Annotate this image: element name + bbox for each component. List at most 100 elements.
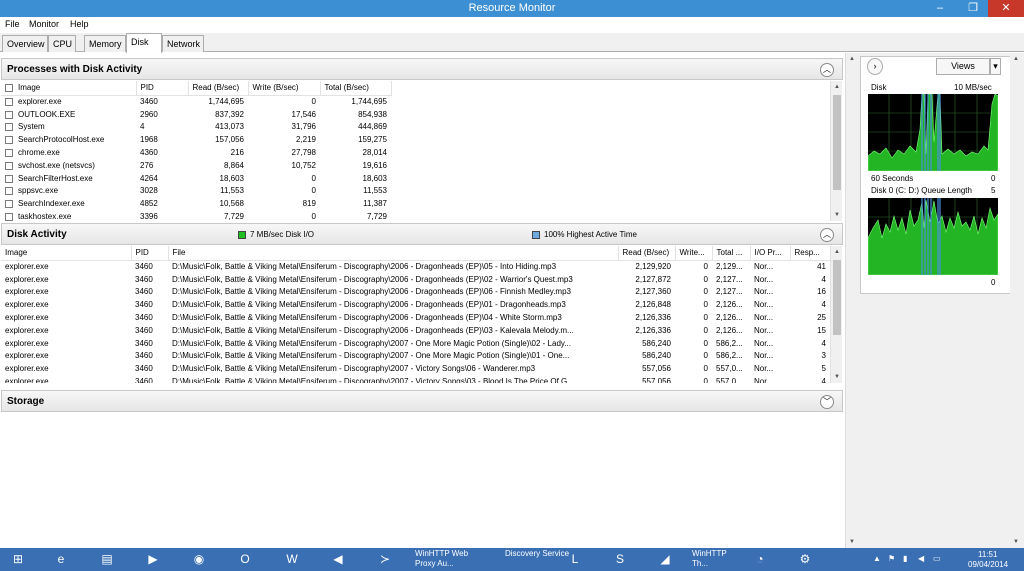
tab-cpu[interactable]: CPU xyxy=(48,35,76,52)
tab-overview[interactable]: Overview xyxy=(2,35,48,52)
scroll-down-arrow-icon[interactable]: ▼ xyxy=(831,209,843,221)
col-total[interactable]: Total (B/sec) xyxy=(320,81,392,96)
settings-icon[interactable]: ⚙ xyxy=(790,549,820,570)
disk-activity-row[interactable]: explorer.exe 3460 D:\Music\Folk, Battle & … xyxy=(1,362,830,375)
close-button[interactable]: ✕ xyxy=(988,0,1024,17)
winamp-icon[interactable]: W xyxy=(277,549,307,570)
process-checkbox[interactable] xyxy=(5,174,13,183)
col-total[interactable]: Total ... xyxy=(712,246,751,261)
disk-activity-row[interactable]: explorer.exe 3460 D:\Music\Folk, Battle & … xyxy=(1,375,830,383)
disk-activity-row[interactable]: explorer.exe 3460 D:\Music\Folk, Battle & … xyxy=(1,298,830,311)
process-checkbox[interactable] xyxy=(5,161,13,170)
select-all-checkbox[interactable] xyxy=(5,84,13,93)
col-image[interactable]: Image xyxy=(1,246,132,261)
process-checkbox[interactable] xyxy=(5,148,13,157)
views-button[interactable]: Views xyxy=(936,58,990,75)
process-row[interactable]: SearchIndexer.exe 4852 10,568 819 11,387 xyxy=(1,197,391,210)
menu-help[interactable]: Help xyxy=(70,19,89,29)
disk-activity-row[interactable]: explorer.exe 3460 D:\Music\Folk, Battle & … xyxy=(1,350,830,363)
processes-section-header[interactable]: Processes with Disk Activity ︿ xyxy=(1,58,843,80)
process-checkbox[interactable] xyxy=(5,187,13,196)
tab-disk[interactable]: Disk xyxy=(126,33,162,53)
winhttp-task[interactable]: WinHTTP Th... xyxy=(692,549,738,570)
process-checkbox[interactable] xyxy=(5,98,13,107)
graph-pane-scrollbar[interactable]: ▲ ▼ xyxy=(1010,53,1024,548)
disk-activity-section-header[interactable]: Disk Activity 7 MB/sec Disk I/O 100% Hig… xyxy=(1,223,843,245)
process-row[interactable]: sppsvc.exe 3028 11,553 0 11,553 xyxy=(1,185,391,198)
col-file[interactable]: File xyxy=(168,246,619,261)
minimize-button[interactable]: – xyxy=(925,0,955,17)
col-pid[interactable]: PID xyxy=(131,246,169,261)
scroll-up-arrow-icon[interactable]: ▲ xyxy=(831,81,843,93)
winhttp-proxy-task[interactable]: WinHTTP Web Proxy Au... xyxy=(415,549,475,570)
disk-activity-row[interactable]: explorer.exe 3460 D:\Music\Folk, Battle & … xyxy=(1,260,830,273)
scroll-thumb[interactable] xyxy=(833,95,841,190)
disk-activity-row[interactable]: explorer.exe 3460 D:\Music\Folk, Battle & … xyxy=(1,324,830,337)
scroll-up-arrow-icon[interactable]: ▲ xyxy=(831,246,843,258)
process-checkbox[interactable] xyxy=(5,212,13,221)
scroll-up-arrow-icon[interactable]: ▲ xyxy=(1010,53,1022,65)
volume-icon[interactable]: ◀ xyxy=(323,549,353,570)
network-icon[interactable]: ▮ xyxy=(903,554,907,563)
process-row[interactable]: explorer.exe 3460 1,744,695 0 1,744,695 xyxy=(1,95,391,108)
disk-activity-row[interactable]: explorer.exe 3460 D:\Music\Folk, Battle & … xyxy=(1,286,830,299)
outlook-icon[interactable]: O xyxy=(230,549,260,570)
start-button[interactable]: ⊞ xyxy=(3,549,33,570)
col-read[interactable]: Read (B/sec) xyxy=(618,246,676,261)
process-row[interactable]: SearchProtocolHost.exe 1968 157,056 2,219 15… xyxy=(1,133,391,146)
clock-time[interactable]: 11:51 xyxy=(978,550,997,559)
disk-activity-row[interactable]: explorer.exe 3460 D:\Music\Folk, Battle & … xyxy=(1,273,830,286)
action-center-icon[interactable]: ⚑ xyxy=(888,554,895,563)
scanner-icon[interactable]: ◢ xyxy=(650,549,680,570)
resource-monitor-icon[interactable]: ◔ xyxy=(745,549,775,570)
storage-section-header[interactable]: Storage ﹀ xyxy=(1,390,843,412)
clock-date[interactable]: 09/04/2014 xyxy=(968,560,1008,569)
process-row[interactable]: taskhostex.exe 3396 7,729 0 7,729 xyxy=(1,210,391,221)
expand-storage-button[interactable]: ﹀ xyxy=(820,395,834,409)
collapse-processes-button[interactable]: ︿ xyxy=(820,63,834,77)
power-icon[interactable]: ▭ xyxy=(933,554,941,563)
internet-explorer-icon[interactable]: e xyxy=(46,549,76,570)
main-scrollbar[interactable]: ▲ ▼ xyxy=(845,53,858,548)
process-row[interactable]: SearchFilterHost.exe 4264 18,603 0 18,603 xyxy=(1,172,391,185)
col-io-priority[interactable]: I/O Pr... xyxy=(750,246,791,261)
col-pid[interactable]: PID xyxy=(136,81,189,96)
lync-icon[interactable]: L xyxy=(560,549,590,570)
process-row[interactable]: chrome.exe 4360 216 27,798 28,014 xyxy=(1,146,391,159)
file-explorer-icon[interactable]: ▤ xyxy=(92,549,122,570)
tab-network[interactable]: Network xyxy=(162,35,204,52)
chrome-icon[interactable]: ◉ xyxy=(184,549,214,570)
maximize-button[interactable]: ❐ xyxy=(958,0,988,17)
process-checkbox[interactable] xyxy=(5,110,13,119)
col-response-time[interactable]: Resp... xyxy=(790,246,830,261)
tab-memory[interactable]: Memory xyxy=(84,35,126,52)
col-write[interactable]: Write (B/sec) xyxy=(248,81,321,96)
disk-activity-row[interactable]: explorer.exe 3460 D:\Music\Folk, Battle & … xyxy=(1,311,830,324)
process-row[interactable]: svchost.exe (netsvcs) 276 8,864 10,752 19,61… xyxy=(1,159,391,172)
powershell-icon[interactable]: ≻ xyxy=(370,549,400,570)
scroll-down-arrow-icon[interactable]: ▼ xyxy=(1010,536,1022,548)
menu-monitor[interactable]: Monitor xyxy=(29,19,59,29)
col-read[interactable]: Read (B/sec) xyxy=(188,81,249,96)
processes-scrollbar[interactable]: ▲ ▼ xyxy=(830,81,842,221)
process-checkbox[interactable] xyxy=(5,123,13,132)
process-row[interactable]: OUTLOOK.EXE 2960 837,392 17,546 854,938 xyxy=(1,108,391,121)
scroll-thumb[interactable] xyxy=(833,260,841,335)
process-checkbox[interactable] xyxy=(5,136,13,145)
volume-tray-icon[interactable]: ◀ xyxy=(918,554,924,563)
media-player-icon[interactable]: ▶ xyxy=(138,549,168,570)
col-write[interactable]: Write... xyxy=(675,246,713,261)
process-row[interactable]: System 4 413,073 31,796 444,869 xyxy=(1,121,391,134)
col-image[interactable]: Image xyxy=(1,81,137,96)
collapse-pane-icon[interactable]: › xyxy=(867,58,883,75)
skype-icon[interactable]: S xyxy=(605,549,635,570)
scroll-down-arrow-icon[interactable]: ▼ xyxy=(831,371,843,383)
process-checkbox[interactable] xyxy=(5,200,13,209)
process-pid: 3460 xyxy=(140,97,158,107)
disk-activity-scrollbar[interactable]: ▲ ▼ xyxy=(830,246,842,383)
collapse-disk-activity-button[interactable]: ︿ xyxy=(820,228,834,242)
menu-file[interactable]: File xyxy=(5,19,20,29)
disk-activity-row[interactable]: explorer.exe 3460 D:\Music\Folk, Battle & … xyxy=(1,337,830,350)
views-dropdown-icon[interactable]: ▾ xyxy=(990,58,1001,75)
tray-overflow-icon[interactable]: ▲ xyxy=(873,554,881,563)
